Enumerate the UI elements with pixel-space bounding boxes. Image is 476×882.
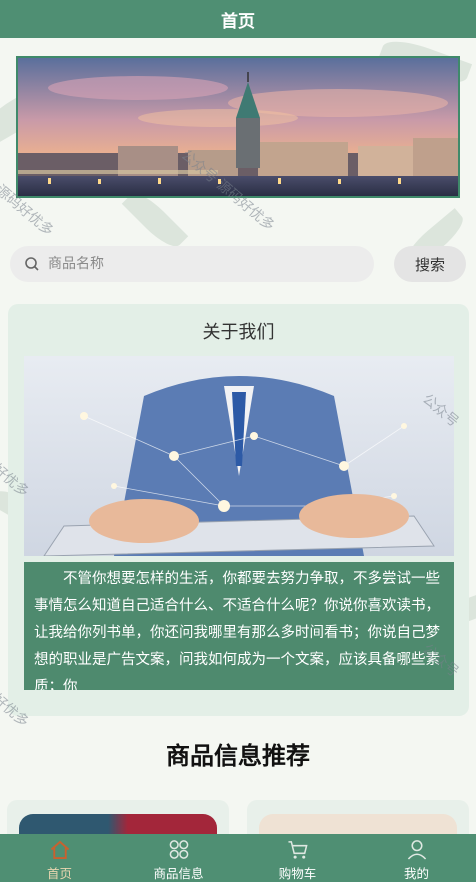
- tab-label: 商品信息: [153, 866, 204, 881]
- home-icon: [50, 840, 69, 860]
- about-us-section: 关于我们 不管你想要怎样的生活，你都要去努力争取，不多尝试一些事情怎么知道自己适…: [8, 304, 469, 716]
- cart-icon: [287, 841, 308, 859]
- tab-home[interactable]: 首页: [0, 834, 119, 882]
- search-button[interactable]: 搜索: [394, 246, 466, 282]
- tab-label: 我的: [403, 866, 429, 881]
- banner-carousel[interactable]: [16, 56, 460, 198]
- search-icon: [25, 257, 39, 271]
- grid-icon: [169, 840, 188, 859]
- about-us-title: 关于我们: [202, 322, 275, 343]
- recommend-title: 商品信息推荐: [166, 742, 310, 770]
- tab-label: 购物车: [278, 866, 317, 881]
- city-skyline-image: [18, 58, 458, 196]
- about-us-text: 不管你想要怎样的生活，你都要去努力争取，不多尝试一些事情怎么知道自己适合什么、不…: [24, 562, 454, 690]
- about-us-image: [24, 356, 454, 556]
- page-title: 首页: [0, 0, 476, 38]
- user-icon: [407, 840, 426, 860]
- search-box[interactable]: [10, 246, 374, 282]
- search-input[interactable]: [46, 255, 350, 273]
- tab-label: 首页: [46, 866, 72, 881]
- tab-products[interactable]: 商品信息: [119, 834, 238, 882]
- search-row: 搜索: [10, 246, 466, 282]
- bottom-tab-bar: 首页 商品信息 购物车 我的: [0, 834, 476, 882]
- tab-mine[interactable]: 我的: [357, 834, 476, 882]
- tab-cart[interactable]: 购物车: [238, 834, 357, 882]
